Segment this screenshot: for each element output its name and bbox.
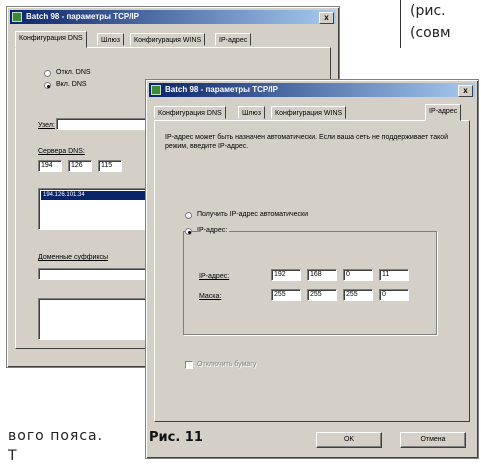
front-tab-dns[interactable]: Конфигурация DNS — [154, 106, 226, 119]
article-text-left-1: вого пояса. — [8, 428, 104, 444]
dns-servers-label: Сервера DNS: — [38, 148, 85, 155]
back-title-bar[interactable]: Batch 98 - параметры TCP/IP x — [10, 10, 336, 24]
ip-address-label: IP-адрес: — [199, 273, 230, 280]
back-close-button[interactable]: x — [319, 12, 334, 24]
domain-suffix-label: Доменные суффиксы — [38, 254, 109, 261]
ip-auto-radio[interactable] — [185, 212, 192, 219]
host-label: Узел: — [38, 122, 55, 129]
mask-octet-2[interactable]: 255 — [307, 289, 337, 301]
mask-octet-1[interactable]: 255 — [271, 289, 301, 301]
back-tab-gateway[interactable]: Шлюз — [97, 33, 124, 46]
back-tab-ip[interactable]: IP-адрес — [215, 33, 252, 46]
mask-octet-4[interactable]: 0 — [379, 289, 409, 301]
ip-groupbox — [183, 231, 437, 335]
article-text-left-2: Т — [8, 448, 17, 464]
front-tab-wins[interactable]: Конфигурация WINS — [271, 106, 347, 119]
article-text-right-1: (рис. — [410, 3, 446, 19]
ip-octet-1[interactable]: 192 — [271, 269, 301, 281]
network-icon — [12, 12, 22, 22]
ip-manual-label: IP-адрес: — [197, 227, 230, 234]
dns-octet-3[interactable]: 115 — [98, 160, 122, 172]
dns-server-list[interactable]: 194.126.101.34 — [38, 188, 148, 230]
front-tab-panel: IP-адрес может быть назначен автоматичес… — [154, 120, 470, 422]
disable-option-checkbox[interactable] — [185, 361, 193, 369]
network-icon — [151, 85, 161, 95]
ip-auto-label: Получить IP-адрес автоматически — [197, 211, 309, 218]
front-window-title: Batch 98 - параметры TCP/IP — [165, 85, 278, 94]
disable-option-label: Отключить бумагу — [197, 361, 257, 368]
dns-enable-label: Вкл. DNS — [56, 81, 87, 88]
back-window-title: Batch 98 - параметры TCP/IP — [26, 12, 139, 21]
ip-description-text: IP-адрес может быть назначен автоматичес… — [165, 134, 449, 150]
dns-disable-radio[interactable] — [44, 70, 51, 77]
back-tab-dns[interactable]: Конфигурация DNS — [15, 31, 87, 48]
back-tab-wins[interactable]: Конфигурация WINS — [130, 33, 206, 46]
ip-octet-3[interactable]: 0 — [343, 269, 373, 281]
ip-address-window: Batch 98 - параметры TCP/IP x Конфигурац… — [145, 79, 479, 459]
ip-manual-radio[interactable] — [185, 228, 192, 235]
cancel-button[interactable]: Отмена — [400, 432, 466, 448]
dns-disable-label: Откл. DNS — [56, 69, 91, 76]
domain-suffix-input[interactable] — [38, 268, 150, 280]
ip-octet-2[interactable]: 168 — [307, 269, 337, 281]
dns-octet-1[interactable]: 194 — [38, 160, 62, 172]
ip-octet-4[interactable]: 11 — [379, 269, 409, 281]
article-text-right-2: (совм — [410, 25, 451, 41]
dns-enable-radio[interactable] — [44, 82, 51, 89]
front-close-button[interactable]: x — [458, 85, 473, 97]
article-column-rule — [400, 0, 401, 48]
host-input[interactable] — [56, 118, 156, 130]
dns-server-list-item[interactable]: 194.126.101.34 — [41, 191, 145, 200]
dns-octet-2[interactable]: 126 — [68, 160, 92, 172]
front-tab-ip[interactable]: IP-адрес — [425, 104, 462, 121]
domain-suffix-list[interactable] — [38, 298, 150, 340]
ok-button[interactable]: OK — [316, 432, 382, 448]
subnet-mask-label: Маска: — [199, 293, 222, 300]
figure-caption: Рис. 11 — [149, 430, 203, 445]
mask-octet-3[interactable]: 255 — [343, 289, 373, 301]
front-title-bar[interactable]: Batch 98 - параметры TCP/IP x — [149, 83, 475, 97]
front-tab-gateway[interactable]: Шлюз — [238, 106, 265, 119]
